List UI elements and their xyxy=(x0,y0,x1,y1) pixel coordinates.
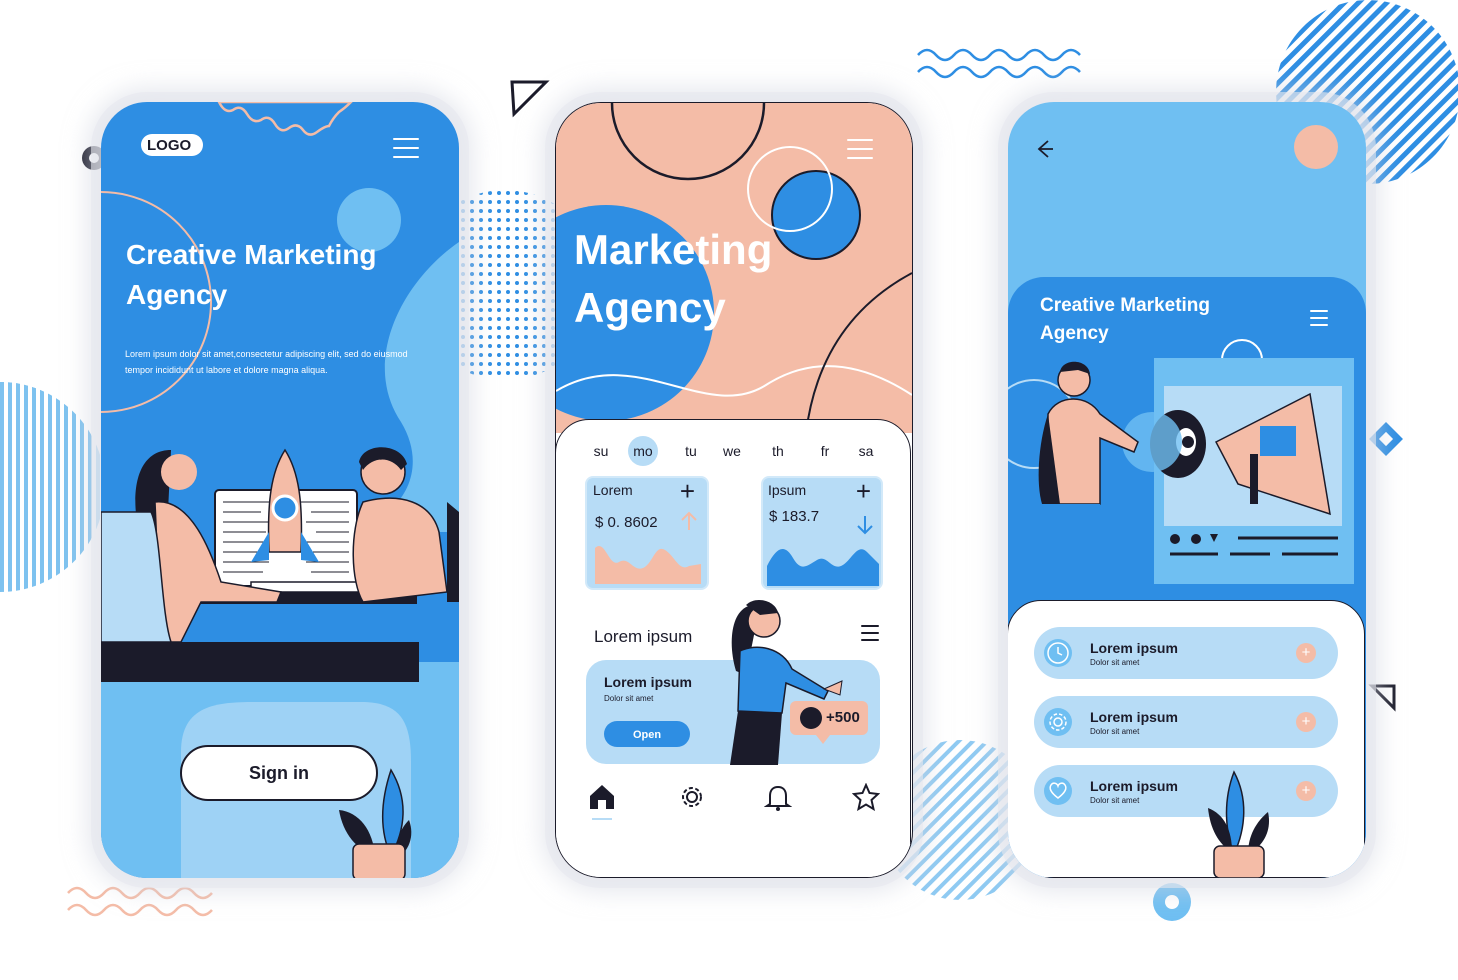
title-line-2: Agency xyxy=(574,284,726,331)
arrow-up-icon xyxy=(681,511,697,530)
day-tu[interactable]: tu xyxy=(676,436,706,466)
add-icon[interactable]: + xyxy=(856,476,871,507)
badge-dot-icon xyxy=(800,707,822,729)
title-line-1: Creative Marketing xyxy=(1040,295,1211,316)
sparkline-chart xyxy=(595,545,701,584)
back-arrow-icon[interactable] xyxy=(1034,138,1056,160)
list-item-title: Lorem ipsum xyxy=(1090,778,1178,794)
home-icon[interactable] xyxy=(588,783,616,811)
list-item-subtitle: Dolor sit amet xyxy=(1090,658,1140,667)
title-line-1: Marketing xyxy=(574,226,773,273)
title-line-1: Creative Marketing xyxy=(126,239,377,270)
star-icon[interactable] xyxy=(852,783,880,811)
menu-icon[interactable] xyxy=(847,139,873,159)
phone-screen-dashboard: Marketing Agency su mo tu we th fr sa Lo… xyxy=(555,102,913,878)
megaphone-illustration xyxy=(1008,339,1354,584)
sparkline-chart xyxy=(767,548,879,586)
plant-illustration xyxy=(1208,770,1270,878)
card-label: Lorem xyxy=(593,482,633,498)
day-mo[interactable]: mo xyxy=(628,436,658,466)
logo-text: LOGO xyxy=(147,137,192,154)
add-icon[interactable]: + xyxy=(1296,643,1316,663)
menu-icon[interactable] xyxy=(393,138,419,158)
stat-card-ipsum[interactable]: Ipsum + $ 183.7 xyxy=(763,476,881,588)
day-fr[interactable]: fr xyxy=(810,436,840,466)
team-working-illustration xyxy=(101,447,459,682)
open-label: Open xyxy=(632,729,662,741)
phone-screen-login: LOGO Creative Marketing Agency Lorem ips… xyxy=(101,102,459,878)
logo[interactable]: LOGO xyxy=(141,134,203,156)
menu-icon[interactable] xyxy=(1310,310,1328,330)
title-line-2: Agency xyxy=(126,279,228,310)
gear-icon xyxy=(1044,708,1072,736)
home-active-indicator xyxy=(592,818,612,820)
heart-icon xyxy=(1044,777,1072,805)
phone-screen-list: Creative Marketing Agency Lorem ipsum Do… xyxy=(1008,102,1366,878)
section-title: Lorem ipsum xyxy=(594,627,693,646)
stat-card-lorem[interactable]: Lorem + $ 0. 8602 xyxy=(587,476,707,588)
day-we[interactable]: we xyxy=(717,436,747,466)
page-title: Creative Marketing Agency xyxy=(126,235,377,315)
clock-icon xyxy=(1044,639,1072,667)
add-icon[interactable]: + xyxy=(1296,712,1316,732)
list-item-subtitle: Dolor sit amet xyxy=(1090,727,1140,736)
page-title: Marketing Agency xyxy=(574,221,772,337)
arrow-down-icon xyxy=(857,516,873,535)
sign-in-label: Sign in xyxy=(249,763,309,783)
bottom-nav xyxy=(556,781,912,831)
add-icon[interactable]: + xyxy=(1296,781,1316,801)
card-value: $ 0. 8602 xyxy=(595,514,658,531)
card-label: Ipsum xyxy=(768,482,807,498)
description-line-2: tempor incididunt ut labore et dolore ma… xyxy=(125,365,328,375)
add-icon[interactable]: + xyxy=(680,476,695,507)
menu-icon[interactable] xyxy=(861,625,879,645)
bell-icon[interactable] xyxy=(764,783,792,811)
promo-title: Lorem ipsum xyxy=(604,674,692,690)
plant-illustration xyxy=(339,768,412,878)
day-sa[interactable]: sa xyxy=(851,436,881,466)
gear-icon[interactable] xyxy=(678,783,706,811)
notification-badge: +500 xyxy=(790,701,868,744)
badge-count: +500 xyxy=(826,709,860,726)
description-line-1: Lorem ipsum dolor sit amet,consectetur a… xyxy=(125,349,408,359)
day-su[interactable]: su xyxy=(586,436,616,466)
list-item-title: Lorem ipsum xyxy=(1090,709,1178,725)
list-item-title: Lorem ipsum xyxy=(1090,640,1178,656)
badge-tail xyxy=(816,735,830,744)
day-th[interactable]: th xyxy=(763,436,793,466)
list-item-subtitle: Dolor sit amet xyxy=(1090,796,1140,805)
description-text: Lorem ipsum dolor sit amet,consectetur a… xyxy=(125,346,425,378)
card-value: $ 183.7 xyxy=(769,508,820,525)
list-item[interactable]: Lorem ipsum Dolor sit amet + xyxy=(1034,765,1338,817)
list-item[interactable]: Lorem ipsum Dolor sit amet + xyxy=(1034,627,1338,679)
open-button[interactable]: Open xyxy=(604,721,690,747)
list-item[interactable]: Lorem ipsum Dolor sit amet + xyxy=(1034,696,1338,748)
profile-avatar[interactable] xyxy=(1294,125,1338,169)
promo-subtitle: Dolor sit amet xyxy=(604,694,654,703)
